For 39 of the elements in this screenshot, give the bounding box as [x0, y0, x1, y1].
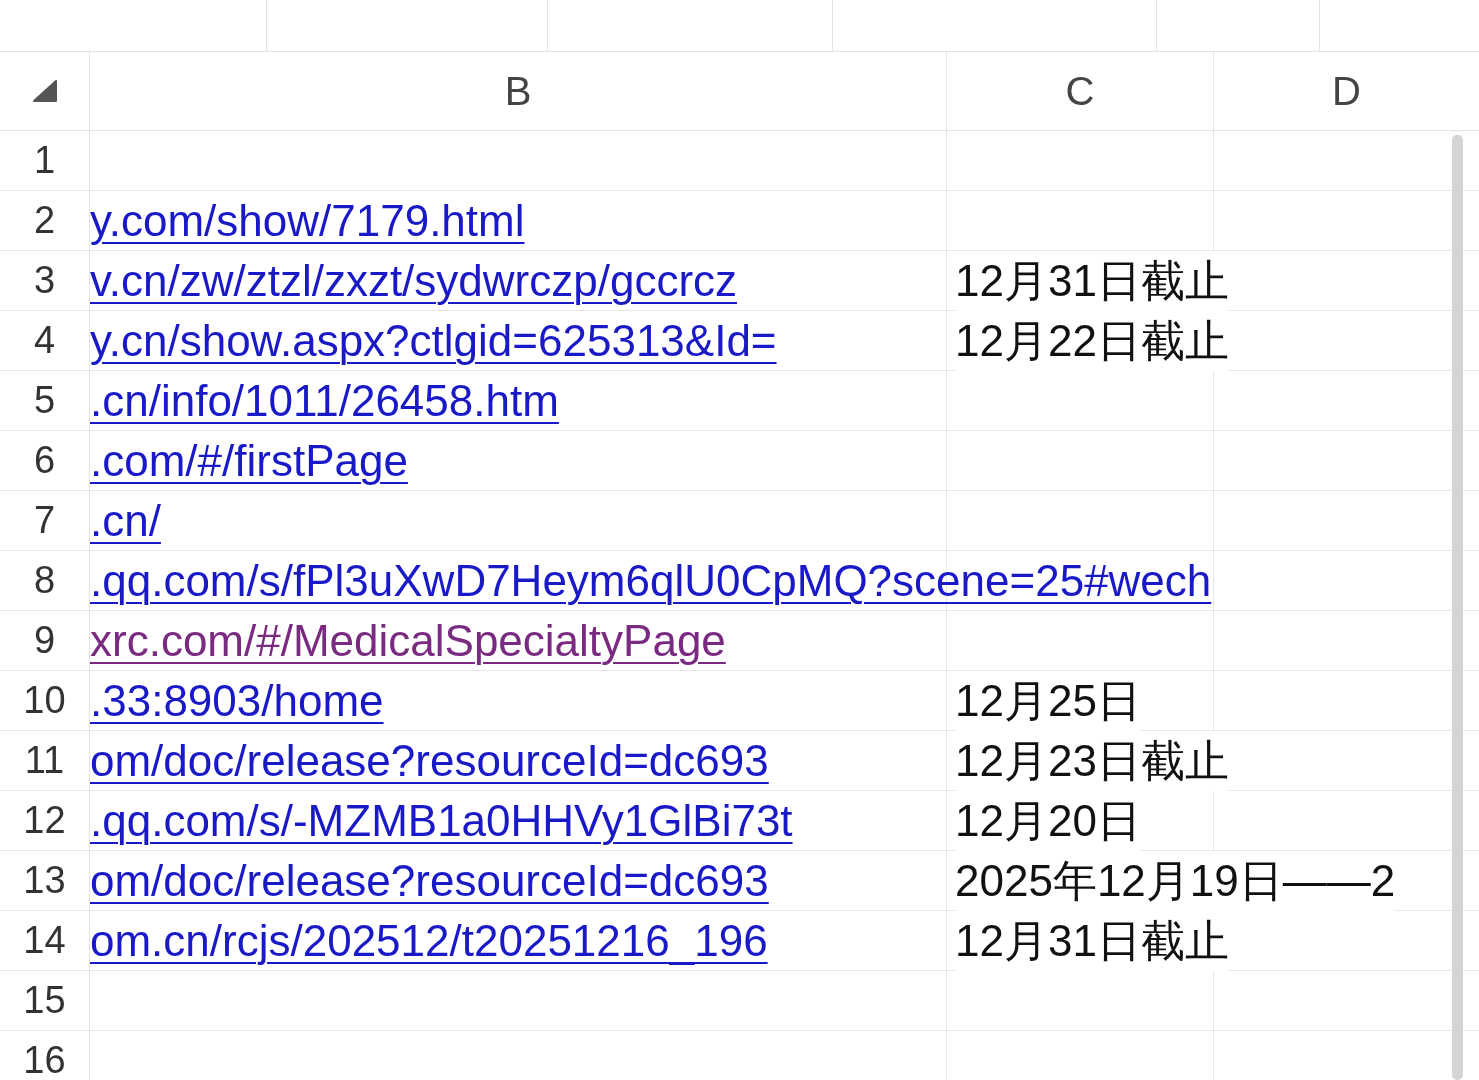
cell-text: 12月31日截止 [955, 251, 1229, 311]
hyperlink[interactable]: xrc.com/#/MedicalSpecialtyPage [90, 611, 726, 671]
column-header[interactable]: D [1332, 61, 1361, 121]
hyperlink[interactable]: .cn/ [90, 491, 161, 551]
scrollbar[interactable] [1452, 135, 1463, 1080]
row-number[interactable]: 10 [23, 672, 66, 729]
row-number[interactable]: 3 [33, 252, 56, 309]
cell-text: 12月31日截止 [955, 911, 1229, 971]
select-all-icon[interactable] [31, 79, 58, 103]
row-number[interactable]: 8 [33, 552, 56, 609]
row-number[interactable]: 16 [23, 1032, 66, 1080]
cell-text: 12月22日截止 [955, 311, 1229, 371]
column-header[interactable]: B [504, 61, 532, 121]
row-number[interactable]: 13 [23, 852, 66, 909]
row-number[interactable]: 9 [33, 612, 56, 669]
row-number[interactable]: 1 [33, 132, 56, 189]
hyperlink[interactable]: om/doc/release?resourceId=dc693 [90, 731, 769, 791]
cell-text: 12月23日截止 [955, 731, 1229, 791]
hyperlink[interactable]: .cn/info/1011/26458.htm [90, 371, 559, 431]
row-number[interactable]: 11 [24, 732, 65, 789]
hyperlink[interactable]: .33:8903/home [90, 671, 384, 731]
row-number[interactable]: 2 [33, 192, 56, 249]
hyperlink[interactable]: .qq.com/s/fPl3uXwD7Heym6qlU0CpMQ?scene=25#wech [90, 551, 1212, 611]
row-number[interactable]: 7 [33, 492, 56, 549]
hyperlink[interactable]: y.cn/show.aspx?ctlgid=625313&Id= [90, 311, 777, 371]
hyperlink[interactable]: om.cn/rcjs/202512/t20251216_196 [90, 911, 768, 971]
row-number[interactable]: 14 [23, 912, 66, 969]
row-number[interactable]: 12 [23, 792, 66, 849]
row-number[interactable]: 4 [33, 312, 56, 369]
hyperlink[interactable]: om/doc/release?resourceId=dc693 [90, 851, 769, 911]
row-number[interactable]: 6 [33, 432, 56, 489]
row-number[interactable]: 5 [33, 372, 56, 429]
hyperlink[interactable]: v.cn/zw/ztzl/zxzt/sydwrczp/gccrcz [90, 251, 738, 311]
hyperlink[interactable]: y.com/show/7179.html [90, 191, 525, 251]
column-header[interactable]: C [1065, 61, 1095, 121]
hyperlink[interactable]: .qq.com/s/-MZMB1a0HHVy1GlBi73t [90, 791, 793, 851]
row-number[interactable]: 15 [23, 972, 66, 1029]
cell-text: 2025年12月19日——2 [955, 851, 1396, 911]
hyperlink[interactable]: .com/#/firstPage [90, 431, 408, 491]
